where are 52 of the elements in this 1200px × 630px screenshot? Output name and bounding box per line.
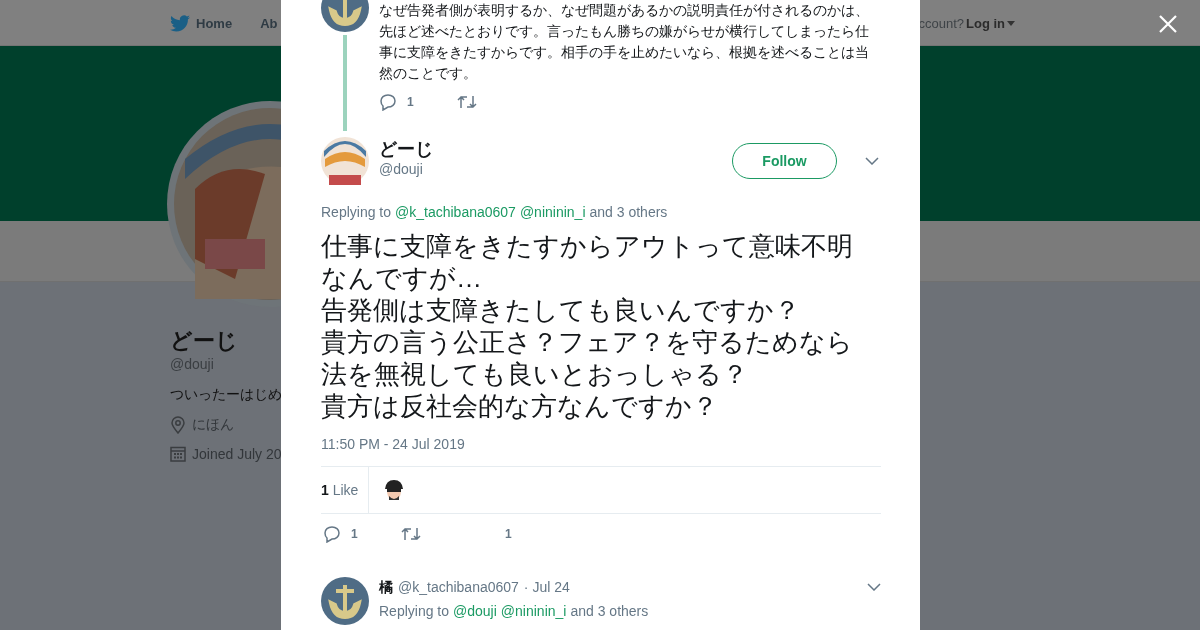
tweet-text-line: なぜ告発者側が表明するか、なぜ問題があるかの説明責任が付されるのかは、 <box>379 1 869 20</box>
tweet-date[interactable]: · Jul 24 <box>523 577 570 597</box>
caret-icon <box>1007 20 1015 26</box>
profile-name: どーじ <box>170 328 238 354</box>
tweet-text-line: 仕事に支障をきたすからアウトって意味不明 <box>321 230 853 262</box>
mention-link[interactable]: @nininin_i <box>500 601 567 621</box>
profile-bio: ついったーはじめ <box>170 386 282 404</box>
reply-icon <box>323 525 341 543</box>
calendar-icon <box>170 446 186 462</box>
tweet-text-line: 告発側は支障きたしても良いんですか？ <box>321 294 800 326</box>
account-prompt: ccount? <box>918 15 964 31</box>
tweet-text-line: 法を無視しても良いとおっしゃる？ <box>321 358 748 390</box>
tweet-text-line: 先ほど述べたとおりです。言ったもん勝ちの嫌がらせが横行してしまったら仕 <box>379 22 869 41</box>
retweet-icon <box>401 526 421 542</box>
tweet-text-line: 貴方は反社会的な方なんですか？ <box>321 390 718 422</box>
login-link[interactable]: Log in <box>966 15 1015 31</box>
user-avatar <box>321 137 369 185</box>
reply-action[interactable]: 1 <box>379 93 457 111</box>
replying-label: Replying to <box>321 203 392 222</box>
likes-count[interactable]: 1 Like <box>321 482 369 498</box>
bird-icon <box>170 14 190 32</box>
mention-link[interactable]: @k_tachibana0607 <box>395 202 516 222</box>
user-handle: @douji <box>379 161 424 177</box>
close-icon <box>1159 15 1177 33</box>
like-count[interactable]: 1 <box>505 527 512 541</box>
nav-link[interactable]: Ab <box>260 15 278 31</box>
liker-avatar[interactable] <box>383 479 406 501</box>
tweet-text-line: 事に支障をきたすからです。相手の手を止めたいなら、根拠を述べることは当 <box>379 43 869 62</box>
anchor-avatar <box>321 577 369 625</box>
location-pin-icon <box>170 416 186 434</box>
replying-label: Replying to <box>379 602 450 621</box>
replying-others: and 3 others <box>589 203 668 222</box>
profile-location: にほん <box>192 416 234 434</box>
profile-joined: Joined July 20 <box>192 446 282 462</box>
user-handle: @k_tachibana0607 <box>398 578 519 597</box>
user-name: どーじ <box>379 138 433 160</box>
tweet-timestamp[interactable]: 11:50 PM - 24 Jul 2019 <box>321 434 881 454</box>
retweet-icon <box>457 94 477 110</box>
follow-button[interactable]: Follow <box>732 143 837 179</box>
chevron-down-icon[interactable] <box>865 157 879 165</box>
tweet-text-line: 然のことです。 <box>379 64 477 83</box>
mention-link[interactable]: @nininin_i <box>519 202 586 222</box>
reply-action[interactable]: 1 <box>323 525 401 543</box>
reply-icon <box>379 93 397 111</box>
replying-others: and 3 others <box>570 602 649 621</box>
tweet-text-line: 貴方の言う公正さ？フェア？を守るためなら <box>321 326 853 358</box>
close-button[interactable] <box>1158 14 1178 34</box>
tweet-text-line: なんですが… <box>321 262 482 294</box>
mention-link[interactable]: @douji <box>453 601 497 621</box>
user-name: 橘 <box>379 578 393 597</box>
home-link[interactable]: Home <box>170 14 233 32</box>
chevron-down-icon[interactable] <box>867 583 881 591</box>
